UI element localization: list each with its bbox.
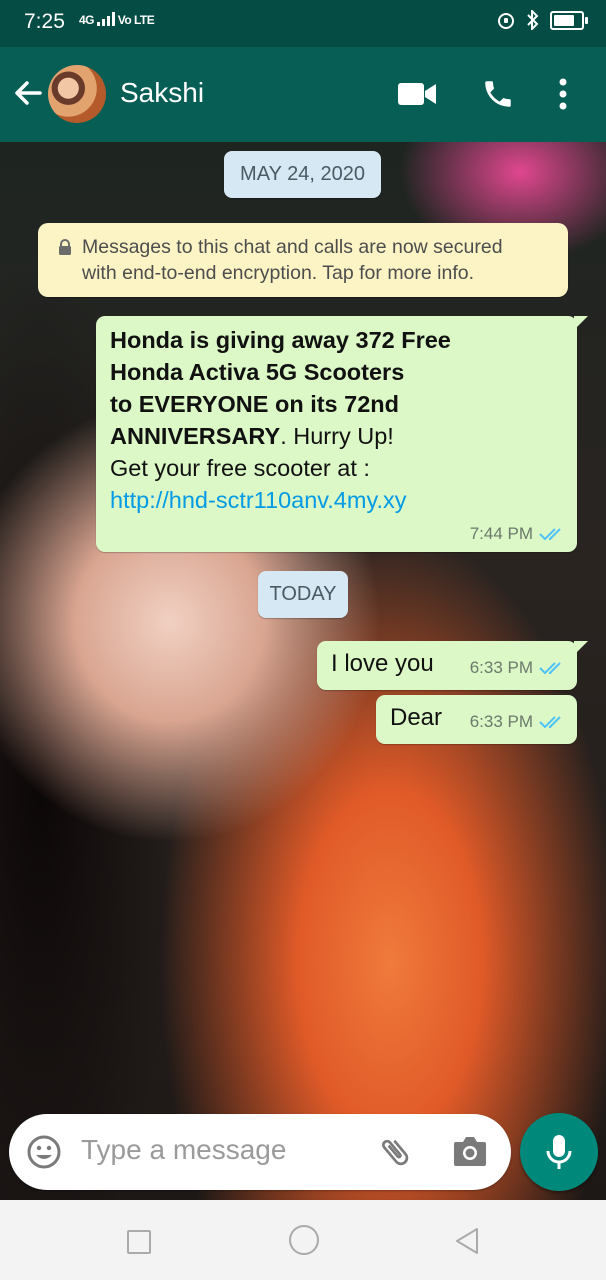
lock-icon (59, 239, 71, 255)
camera-icon[interactable] (452, 1134, 488, 1168)
status-bar: 7:25 4G Vo LTE (0, 0, 606, 47)
message-link[interactable]: http://hnd-sctr110anv.4my.xy (110, 487, 407, 513)
message-time: 6:33 PM (469, 658, 533, 677)
read-receipt-icon (539, 662, 561, 675)
video-call-icon[interactable] (398, 81, 436, 107)
chat-header: Sakshi (0, 47, 606, 142)
bubble-tail (574, 316, 588, 330)
avatar[interactable] (48, 65, 106, 123)
message-meta: 6:33 PM (470, 658, 565, 678)
message-text: I love you (331, 650, 434, 677)
microphone-icon (546, 1135, 572, 1169)
outgoing-message[interactable]: I love you 6:33 PM (317, 641, 588, 690)
bluetooth-icon (527, 10, 539, 30)
message-text-line: . Hurry Up! (280, 423, 394, 449)
signal-icon (96, 12, 115, 26)
network-type: 4G (79, 13, 95, 27)
date-separator: TODAY (258, 571, 348, 618)
message-composer: Type a message (9, 1114, 511, 1190)
voice-message-button[interactable] (520, 1113, 598, 1191)
message-bold-line: Honda Activa 5G Scooters (110, 359, 405, 385)
read-receipt-icon (539, 528, 561, 541)
navigation-bar (0, 1200, 606, 1280)
back-triangle-icon[interactable] (454, 1227, 480, 1255)
encryption-line-1: Messages to this chat and calls are now … (82, 236, 503, 258)
encryption-line-2: with end-to-end encryption. Tap for more… (82, 262, 475, 284)
message-meta: 6:33 PM (470, 712, 565, 732)
status-icons (496, 10, 588, 30)
battery-icon (550, 10, 588, 30)
more-options-icon[interactable] (558, 77, 568, 111)
message-meta: 7:44 PM (470, 524, 565, 544)
outgoing-message[interactable]: Honda is giving away 372 Free Honda Acti… (96, 316, 588, 552)
phone-call-icon[interactable] (481, 77, 515, 111)
message-bold-line: to EVERYONE on its 72nd (110, 391, 399, 417)
attachment-icon[interactable] (377, 1134, 413, 1170)
outgoing-message[interactable]: Dear 6:33 PM (376, 695, 577, 744)
back-arrow-icon[interactable] (10, 75, 46, 111)
encryption-notice[interactable]: Messages to this chat and calls are now … (38, 223, 568, 297)
status-time: 7:25 (24, 10, 65, 33)
emoji-icon[interactable] (26, 1134, 62, 1170)
message-time: 6:33 PM (469, 712, 533, 731)
message-bold-line: ANNIVERSARY (110, 423, 281, 449)
message-time: 7:44 PM (469, 524, 533, 543)
network-indicator: 4G Vo LTE (79, 12, 155, 27)
alarm-icon (498, 13, 514, 29)
message-text: Honda is giving away 372 Free Honda Acti… (110, 324, 451, 516)
home-button[interactable] (289, 1225, 319, 1255)
read-receipt-icon (539, 716, 561, 729)
contact-name[interactable]: Sakshi (120, 77, 204, 109)
message-input[interactable]: Type a message (81, 1134, 286, 1166)
message-text-line: Get your free scooter at : (110, 455, 370, 481)
recent-apps-button[interactable] (127, 1230, 151, 1254)
battery-fill (554, 14, 574, 26)
bubble-tail (574, 641, 588, 655)
message-text: Dear (390, 704, 443, 731)
volte-label: Vo LTE (117, 13, 155, 27)
date-separator: MAY 24, 2020 (224, 151, 381, 198)
message-bold-line: Honda is giving away 372 Free (110, 327, 451, 353)
